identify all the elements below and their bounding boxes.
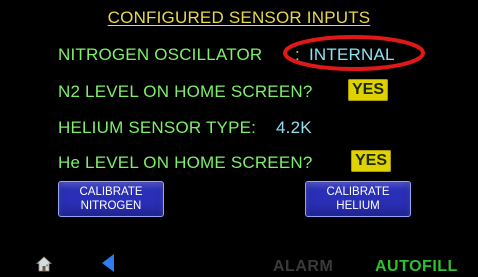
highlight-ellipse xyxy=(283,35,425,71)
calibrate-nitrogen-line-2: NITROGEN xyxy=(80,200,142,212)
he-level-home-toggle[interactable]: YES xyxy=(351,150,392,172)
nitrogen-oscillator-value[interactable]: INTERNAL xyxy=(309,45,395,65)
calibrate-helium-line-1: CALIBRATE xyxy=(326,186,390,198)
helium-sensor-type-value[interactable]: 4.2K xyxy=(276,118,312,138)
n2-level-home-label: N2 LEVEL ON HOME SCREEN? xyxy=(58,82,313,101)
helium-sensor-type-label: HELIUM SENSOR TYPE: xyxy=(58,118,257,137)
he-level-home-label: He LEVEL ON HOME SCREEN? xyxy=(58,153,313,172)
n2-level-home-toggle[interactable]: YES xyxy=(348,79,389,101)
autofill-indicator[interactable]: AUTOFILL xyxy=(375,258,458,276)
nitrogen-oscillator-label: NITROGEN OSCILLATOR xyxy=(58,45,263,64)
calibrate-nitrogen-button[interactable]: CALIBRATE NITROGEN xyxy=(58,181,164,217)
calibrate-nitrogen-line-1: CALIBRATE xyxy=(79,186,143,198)
home-icon[interactable] xyxy=(35,256,53,272)
page-title: CONFIGURED SENSOR INPUTS xyxy=(107,8,371,27)
calibrate-helium-button[interactable]: CALIBRATE HELIUM xyxy=(305,181,411,217)
nitrogen-oscillator-separator: : xyxy=(295,45,300,64)
back-arrow-icon[interactable] xyxy=(100,253,116,273)
alarm-indicator: ALARM xyxy=(273,258,334,275)
sensor-inputs-screen: CONFIGURED SENSOR INPUTS NITROGEN OSCILL… xyxy=(0,0,478,277)
calibrate-helium-line-2: HELIUM xyxy=(336,200,380,212)
